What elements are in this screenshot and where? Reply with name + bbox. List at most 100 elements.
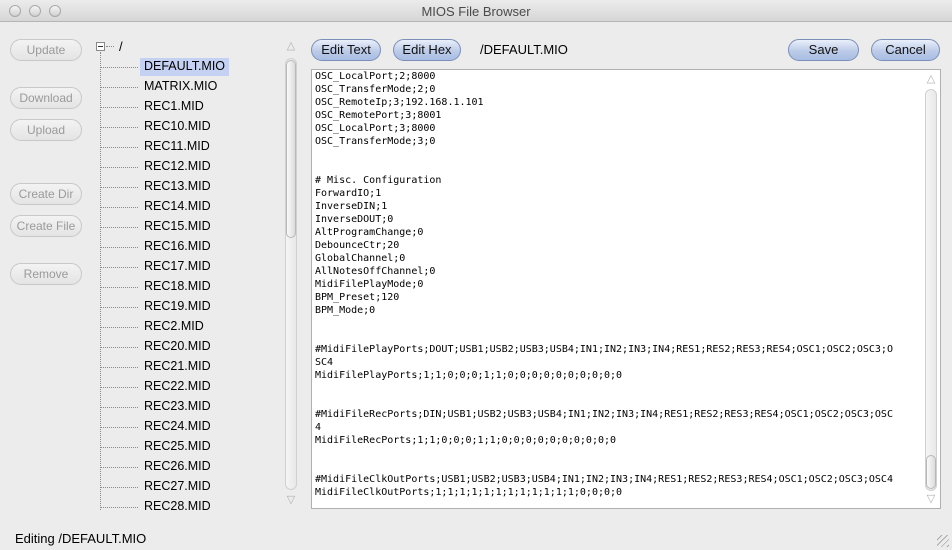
remove-button[interactable]: Remove (10, 263, 82, 285)
tree-file-label[interactable]: REC2.MID (140, 318, 208, 336)
tree-file-label[interactable]: REC17.MID (140, 258, 215, 276)
editor-line[interactable]: OSC_TransferMode;3;0 (315, 135, 919, 148)
editor-line[interactable]: OSC_LocalPort;2;8000 (315, 70, 919, 83)
tree-file-label[interactable]: REC19.MID (140, 298, 215, 316)
editor-line[interactable]: ForwardIO;1 (315, 187, 919, 200)
cancel-button[interactable]: Cancel (871, 39, 940, 61)
editor-line[interactable] (315, 148, 919, 161)
tree-file-label[interactable]: REC16.MID (140, 238, 215, 256)
tree-root[interactable]: / (119, 39, 123, 54)
editor-line[interactable]: OSC_TransferMode;2;0 (315, 83, 919, 96)
editor-content[interactable]: OSC_LocalPort;2;8000 OSC_TransferMode;2;0… (315, 70, 919, 499)
editor-line[interactable]: OSC_RemotePort;3;8001 (315, 109, 919, 122)
editor-line[interactable]: BPM_Preset;120 (315, 291, 919, 304)
tree-file-item[interactable]: REC25.MID (100, 437, 288, 457)
editor-line[interactable] (315, 460, 919, 473)
edit-text-button[interactable]: Edit Text (311, 39, 381, 61)
editor-line[interactable]: 4 (315, 421, 919, 434)
tree-file-label[interactable]: REC14.MID (140, 198, 215, 216)
tree-file-item[interactable]: REC1.MID (100, 97, 288, 117)
editor-line[interactable] (315, 395, 919, 408)
download-button[interactable]: Download (10, 87, 82, 109)
editor-line[interactable]: # Misc. Configuration (315, 174, 919, 187)
editor-line[interactable] (315, 317, 919, 330)
scroll-up-icon[interactable]: △ (923, 73, 939, 85)
file-tree-scrollbar[interactable]: △ ▽ (283, 40, 299, 510)
editor-line[interactable]: #MidiFileClkOutPorts;USB1;USB2;USB3;USB4… (315, 473, 919, 486)
scroll-thumb[interactable] (926, 455, 936, 489)
text-editor[interactable]: OSC_LocalPort;2;8000 OSC_TransferMode;2;0… (311, 69, 941, 509)
tree-file-label[interactable]: REC15.MID (140, 218, 215, 236)
tree-file-label[interactable]: REC11.MID (140, 138, 214, 156)
scroll-down-icon[interactable]: ▽ (923, 493, 939, 505)
tree-file-item[interactable]: REC2.MID (100, 317, 288, 337)
editor-scrollbar[interactable]: △ ▽ (923, 73, 939, 507)
tree-file-item[interactable]: REC12.MID (100, 157, 288, 177)
tree-file-item[interactable]: REC22.MID (100, 377, 288, 397)
scroll-thumb[interactable] (286, 60, 296, 238)
tree-file-label[interactable]: REC1.MID (140, 98, 208, 116)
tree-file-item[interactable]: REC24.MID (100, 417, 288, 437)
file-tree[interactable]: / DEFAULT.MIO MATRIX.MIO REC1.MID REC10.MID… (92, 36, 288, 511)
tree-file-label[interactable]: REC12.MID (140, 158, 215, 176)
tree-file-item[interactable]: REC14.MID (100, 197, 288, 217)
tree-file-item[interactable]: REC27.MID (100, 477, 288, 497)
tree-file-label[interactable]: REC10.MID (140, 118, 215, 136)
editor-line[interactable]: DebounceCtr;20 (315, 239, 919, 252)
tree-file-item[interactable]: REC26.MID (100, 457, 288, 477)
editor-line[interactable]: SC4 (315, 356, 919, 369)
editor-line[interactable]: OSC_LocalPort;3;8000 (315, 122, 919, 135)
upload-button[interactable]: Upload (10, 119, 82, 141)
editor-line[interactable] (315, 161, 919, 174)
tree-file-item[interactable]: MATRIX.MIO (100, 77, 288, 97)
editor-line[interactable]: AllNotesOffChannel;0 (315, 265, 919, 278)
tree-file-item[interactable]: REC28.MID (100, 497, 288, 511)
save-button[interactable]: Save (788, 39, 859, 61)
tree-file-label[interactable]: REC25.MID (140, 438, 215, 456)
collapse-toggle-icon[interactable] (96, 42, 105, 51)
tree-file-item[interactable]: REC21.MID (100, 357, 288, 377)
resize-grip-icon[interactable] (937, 535, 949, 547)
tree-file-label[interactable]: DEFAULT.MIO (140, 58, 230, 76)
tree-file-item[interactable]: REC17.MID (100, 257, 288, 277)
tree-file-item[interactable]: REC15.MID (100, 217, 288, 237)
tree-file-label[interactable]: REC20.MID (140, 338, 215, 356)
editor-line[interactable]: MidiFileClkOutPorts;1;1;1;1;1;1;1;1;1;1;… (315, 486, 919, 499)
tree-file-label[interactable]: REC26.MID (140, 458, 215, 476)
tree-file-label[interactable]: REC22.MID (140, 378, 215, 396)
tree-file-item[interactable]: REC18.MID (100, 277, 288, 297)
tree-file-label[interactable]: REC18.MID (140, 278, 215, 296)
editor-line[interactable]: InverseDOUT;0 (315, 213, 919, 226)
scroll-down-icon[interactable]: ▽ (283, 494, 299, 506)
tree-file-item[interactable]: REC23.MID (100, 397, 288, 417)
create-file-button[interactable]: Create File (10, 215, 82, 237)
tree-file-item[interactable]: REC11.MID (100, 137, 288, 157)
tree-file-item[interactable]: REC19.MID (100, 297, 288, 317)
scroll-up-icon[interactable]: △ (283, 40, 299, 52)
tree-file-item[interactable]: REC20.MID (100, 337, 288, 357)
tree-file-label[interactable]: REC24.MID (140, 418, 215, 436)
editor-line[interactable]: AltProgramChange;0 (315, 226, 919, 239)
tree-file-label[interactable]: REC27.MID (140, 478, 215, 496)
create-dir-button[interactable]: Create Dir (10, 183, 82, 205)
tree-file-item[interactable]: REC16.MID (100, 237, 288, 257)
editor-line[interactable]: MidiFileRecPorts;1;1;0;0;0;1;1;0;0;0;0;0… (315, 434, 919, 447)
tree-file-item[interactable]: DEFAULT.MIO (100, 57, 288, 77)
editor-line[interactable]: MidiFilePlayPorts;1;1;0;0;0;1;1;0;0;0;0;… (315, 369, 919, 382)
editor-line[interactable]: GlobalChannel;0 (315, 252, 919, 265)
editor-line[interactable]: MidiFilePlayMode;0 (315, 278, 919, 291)
tree-file-label[interactable]: REC28.MID (140, 498, 215, 511)
editor-line[interactable] (315, 447, 919, 460)
editor-line[interactable]: InverseDIN;1 (315, 200, 919, 213)
edit-hex-button[interactable]: Edit Hex (393, 39, 461, 61)
editor-line[interactable]: #MidiFileRecPorts;DIN;USB1;USB2;USB3;USB… (315, 408, 919, 421)
tree-file-label[interactable]: MATRIX.MIO (140, 78, 221, 96)
editor-line[interactable]: OSC_RemoteIp;3;192.168.1.101 (315, 96, 919, 109)
editor-line[interactable] (315, 330, 919, 343)
editor-line[interactable]: #MidiFilePlayPorts;DOUT;USB1;USB2;USB3;U… (315, 343, 919, 356)
tree-file-label[interactable]: REC23.MID (140, 398, 215, 416)
tree-file-item[interactable]: REC13.MID (100, 177, 288, 197)
tree-file-label[interactable]: REC21.MID (140, 358, 215, 376)
editor-line[interactable]: BPM_Mode;0 (315, 304, 919, 317)
tree-file-label[interactable]: REC13.MID (140, 178, 215, 196)
